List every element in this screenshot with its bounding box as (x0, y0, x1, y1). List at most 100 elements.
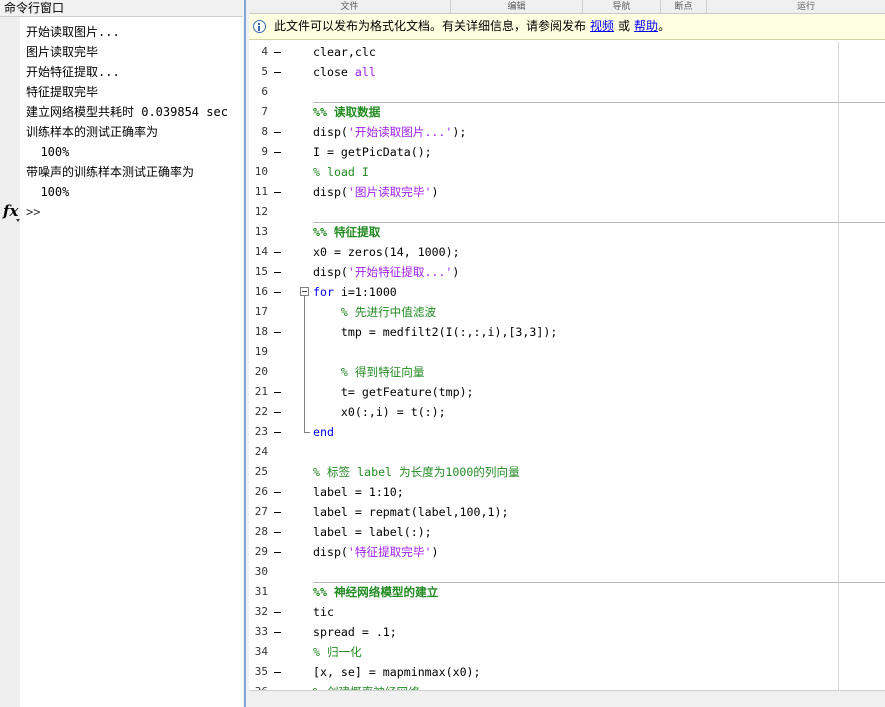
code-token-cell-title[interactable]: %% 特征提取 (313, 225, 380, 239)
command-window-body[interactable]: 开始读取图片... 图片读取完毕 开始特征提取... 特征提取完毕 建立网络模型共耗时 … (3, 22, 243, 222)
code-line[interactable]: 8 disp('开始读取图片...'); (249, 122, 885, 142)
code-token-string[interactable]: '开始特征提取...' (348, 265, 452, 279)
fold-collapse-icon[interactable] (300, 287, 309, 296)
code-line[interactable]: 10 % load I (249, 162, 885, 182)
code-token-plain[interactable]: close (313, 65, 355, 79)
breakpoint-dash-marker[interactable] (274, 392, 281, 393)
code-line[interactable]: 20 % 得到特征向量 (249, 362, 885, 382)
code-token-plain[interactable]: disp( (313, 265, 348, 279)
code-text[interactable]: label = repmat(label,100,1); (313, 502, 508, 522)
code-text[interactable]: close all (313, 62, 376, 82)
breakpoint-dash-marker[interactable] (274, 52, 281, 53)
code-token-plain[interactable]: label = label(:); (313, 525, 432, 539)
code-token-keyword[interactable]: end (313, 425, 334, 439)
code-token-plain[interactable]: tmp = medfilt2(I(:,:,i),[3,3]); (313, 325, 557, 339)
command-window-title[interactable]: 命令行窗口 (0, 0, 243, 17)
code-token-plain[interactable]: ) (431, 185, 438, 199)
code-token-plain[interactable]: disp( (313, 125, 348, 139)
code-line[interactable]: 11 disp('图片读取完毕') (249, 182, 885, 202)
code-line[interactable]: 25 % 标签 label 为长度为1000的列向量 (249, 462, 885, 482)
code-text[interactable]: % 创建概率神经网络 (313, 682, 420, 690)
code-token-plain[interactable]: x0 = zeros(14, 1000); (313, 245, 460, 259)
code-token-plain[interactable]: i=1:1000 (334, 285, 397, 299)
code-text[interactable]: x0 = zeros(14, 1000); (313, 242, 460, 262)
code-line[interactable]: 16 for i=1:1000 (249, 282, 885, 302)
code-text[interactable]: x0(:,i) = t(:); (313, 402, 446, 422)
code-token-plain[interactable]: I = getPicData(); (313, 145, 432, 159)
code-token-comment[interactable]: % 归一化 (313, 645, 362, 659)
code-line[interactable]: 32 tic (249, 602, 885, 622)
breakpoint-dash-marker[interactable] (274, 132, 281, 133)
code-token-keyword[interactable]: for (313, 285, 334, 299)
code-line[interactable]: 28 label = label(:); (249, 522, 885, 542)
code-line[interactable]: 33 spread = .1; (249, 622, 885, 642)
code-text[interactable]: %% 读取数据 (313, 102, 380, 122)
breakpoint-dash-marker[interactable] (274, 432, 281, 433)
code-token-comment[interactable]: % 标签 label 为长度为1000的列向量 (313, 465, 520, 479)
code-line[interactable]: 30 (249, 562, 885, 582)
code-token-plain[interactable]: t= getFeature(tmp); (313, 385, 474, 399)
code-line[interactable]: 4 clear,clc (249, 42, 885, 62)
breakpoint-dash-marker[interactable] (274, 612, 281, 613)
horizontal-scrollbar[interactable] (249, 690, 885, 707)
code-text[interactable]: [x, se] = mapminmax(x0); (313, 662, 481, 682)
code-text[interactable]: % 标签 label 为长度为1000的列向量 (313, 462, 520, 482)
code-text[interactable]: for i=1:1000 (313, 282, 397, 302)
breakpoint-dash-marker[interactable] (274, 72, 281, 73)
code-text[interactable]: disp('开始特征提取...') (313, 262, 459, 282)
breakpoint-dash-marker[interactable] (274, 492, 281, 493)
code-token-plain[interactable]: disp( (313, 185, 348, 199)
code-text[interactable]: % 归一化 (313, 642, 362, 662)
help-link[interactable]: 帮助 (634, 19, 658, 33)
code-editor[interactable]: 4 clear,clc 5 close all 6 7%% 读取数据 8 disp('开始读取… (249, 42, 885, 690)
code-line[interactable]: 35 [x, se] = mapminmax(x0); (249, 662, 885, 682)
breakpoint-dash-marker[interactable] (274, 252, 281, 253)
code-token-comment[interactable]: % 得到特征向量 (313, 365, 425, 379)
code-line[interactable]: 29 disp('特征提取完毕') (249, 542, 885, 562)
editor-panel[interactable]: 文件 编辑 导航 断点 运行 此文件可以发布为格式化文档。有关详细信息，请参阅发… (249, 0, 885, 707)
code-token-comment[interactable]: % 先进行中值滤波 (313, 305, 436, 319)
code-text[interactable]: I = getPicData(); (313, 142, 432, 162)
code-token-plain[interactable]: clear,clc (313, 45, 376, 59)
code-text[interactable]: %% 神经网络模型的建立 (313, 582, 438, 602)
breakpoint-dash-marker[interactable] (274, 552, 281, 553)
code-line[interactable]: 13 %% 特征提取 (249, 222, 885, 242)
code-line[interactable]: 26 label = 1:10; (249, 482, 885, 502)
code-text[interactable]: % 先进行中值滤波 (313, 302, 436, 322)
code-text[interactable]: end (313, 422, 334, 442)
code-line[interactable]: 34 % 归一化 (249, 642, 885, 662)
code-token-plain[interactable]: tic (313, 605, 334, 619)
breakpoint-dash-marker[interactable] (274, 412, 281, 413)
breakpoint-dash-marker[interactable] (274, 632, 281, 633)
code-line[interactable]: 31 %% 神经网络模型的建立 (249, 582, 885, 602)
code-token-cell-title[interactable]: %% 神经网络模型的建立 (313, 585, 438, 599)
code-token-plain[interactable]: ) (431, 545, 438, 559)
code-text[interactable]: label = 1:10; (313, 482, 404, 502)
code-line[interactable]: 23 end (249, 422, 885, 442)
code-token-string[interactable]: all (355, 65, 376, 79)
code-token-plain[interactable]: label = 1:10; (313, 485, 404, 499)
code-text[interactable]: %% 特征提取 (313, 222, 380, 242)
code-line[interactable]: 15 disp('开始特征提取...') (249, 262, 885, 282)
breakpoint-dash-marker[interactable] (274, 152, 281, 153)
code-lines[interactable]: 4 clear,clc 5 close all 6 7%% 读取数据 8 disp('开始读取… (249, 42, 885, 690)
code-token-plain[interactable]: [x, se] = mapminmax(x0); (313, 665, 481, 679)
breakpoint-dash-marker[interactable] (274, 332, 281, 333)
code-text[interactable]: % load I (313, 162, 369, 182)
function-browser-icon[interactable]: fx (3, 203, 21, 222)
code-token-string[interactable]: '开始读取图片...' (348, 125, 452, 139)
code-line[interactable]: 6 (249, 82, 885, 102)
breakpoint-dash-marker[interactable] (274, 192, 281, 193)
command-prompt-line[interactable]: fx >> (3, 202, 243, 222)
command-window-panel[interactable]: 命令行窗口 开始读取图片... 图片读取完毕 开始特征提取... 特征提取完毕 建立网络… (0, 0, 243, 707)
code-line[interactable]: 21 t= getFeature(tmp); (249, 382, 885, 402)
code-token-plain[interactable]: x0(:,i) = t(:); (313, 405, 446, 419)
code-line[interactable]: 18 tmp = medfilt2(I(:,:,i),[3,3]); (249, 322, 885, 342)
code-line[interactable]: 19 (249, 342, 885, 362)
code-line[interactable]: 14 x0 = zeros(14, 1000); (249, 242, 885, 262)
breakpoint-dash-marker[interactable] (274, 532, 281, 533)
code-text[interactable]: label = label(:); (313, 522, 432, 542)
breakpoint-dash-marker[interactable] (274, 272, 281, 273)
video-link[interactable]: 视频 (590, 19, 614, 33)
code-text[interactable]: tic (313, 602, 334, 622)
